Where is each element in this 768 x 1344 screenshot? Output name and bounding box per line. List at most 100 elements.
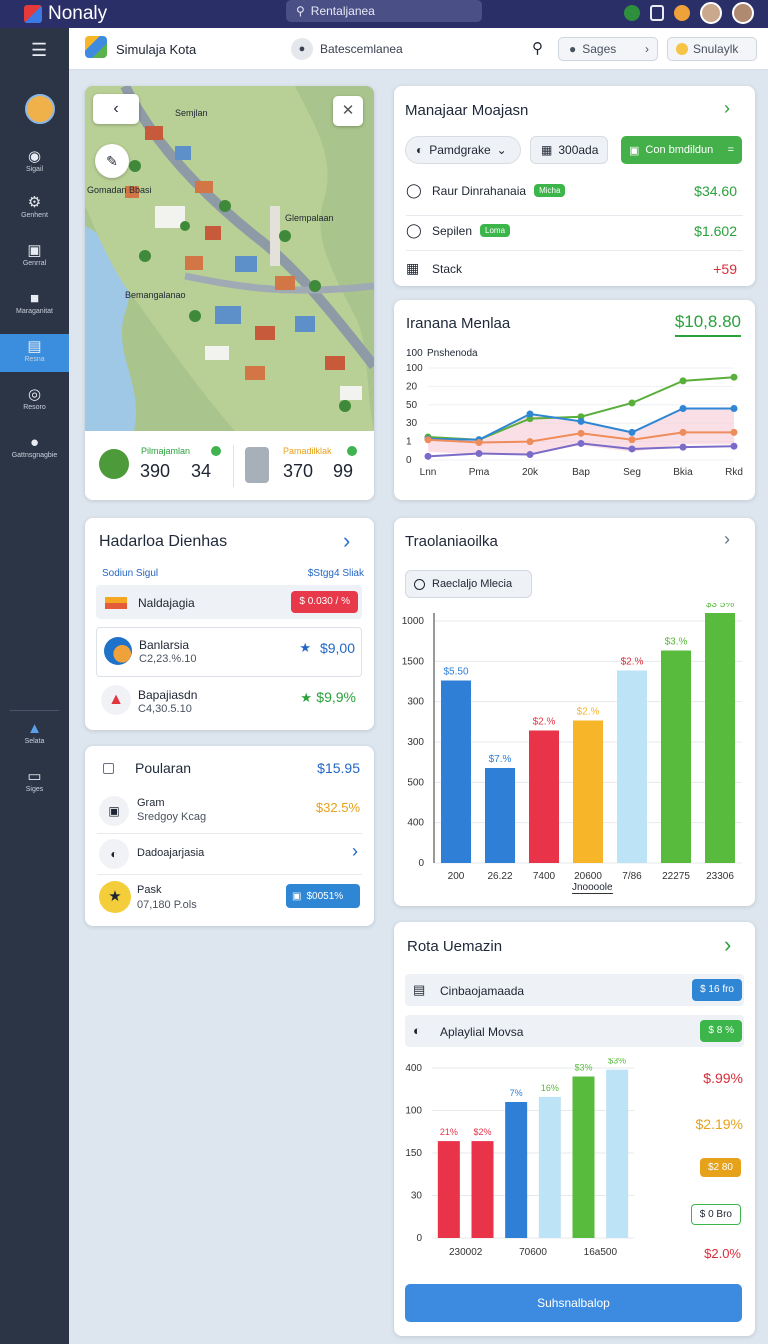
- manage-row[interactable]: ▦ Stack +59: [406, 260, 743, 277]
- bar: [617, 670, 647, 863]
- map-close-button[interactable]: ✕: [333, 96, 363, 126]
- chevron-right-icon[interactable]: ›: [724, 98, 730, 119]
- city-map[interactable]: Semjlan Gomadan Bbasi Glempalaan Bemanga…: [85, 86, 374, 431]
- line-chart[interactable]: 10020503010Lnn Pma 20k Bap Seg Bkia Rkd: [394, 360, 755, 500]
- list-item[interactable]: ▤ Cinbaojamaada $ 16 fro: [405, 974, 744, 1006]
- top-search-input[interactable]: ⚲ Rentaljanea: [286, 0, 482, 22]
- list-item[interactable]: Banlarsia C2,23.%.10 ★ $9,00: [96, 627, 362, 677]
- avatar-secondary[interactable]: [732, 2, 754, 24]
- submit-button[interactable]: Suhsnalbalop: [405, 1284, 742, 1322]
- data-point: [628, 436, 636, 444]
- header-tab[interactable]: ● Batescemlanea: [291, 38, 403, 60]
- notification-icon[interactable]: [674, 5, 690, 21]
- x-tick-label: 7400: [533, 871, 556, 882]
- sidebar-item-resna[interactable]: ▤ Resna: [0, 334, 69, 372]
- list-item[interactable]: ▣ Gram Sredgoy Kcag $32.5%: [97, 794, 362, 830]
- data-point: [730, 373, 738, 381]
- stat-divider: [233, 445, 234, 487]
- data-point: [526, 438, 534, 446]
- list-item[interactable]: ◐ Dadoajarjasia ›: [97, 837, 362, 871]
- manage-dropdown[interactable]: ◐ Pamdgrake ⌄: [405, 136, 521, 164]
- chevron-right-icon: ›: [645, 42, 649, 56]
- list-item[interactable]: Naldajagia $ 0.030 / %: [96, 585, 362, 619]
- sidebar-item-resoro[interactable]: ◎ Resoro: [0, 386, 69, 418]
- x-tick-label: Seg: [623, 467, 641, 478]
- bar: [437, 1141, 460, 1238]
- avatar[interactable]: [700, 2, 722, 24]
- sidebar-item-genhent[interactable]: ⚙ Genhent: [0, 194, 69, 226]
- top-search-text: Rentaljanea: [310, 4, 375, 18]
- data-point: [475, 439, 483, 447]
- value-button[interactable]: ▣ $0051%: [286, 884, 360, 908]
- chevron-right-icon[interactable]: ›: [343, 528, 350, 554]
- sidebar-item-selata[interactable]: ▲ Selata: [0, 720, 69, 752]
- checkbox-icon[interactable]: [103, 763, 114, 774]
- manage-filter[interactable]: ▦ 300ada: [530, 136, 608, 164]
- manage-title: Manajaar Moajasn: [405, 102, 529, 119]
- bar-chart[interactable]: 1000 1500 300 300 500 400 0 $5.50 200 $7.% 26.22 $2…: [394, 603, 755, 888]
- data-point: [526, 450, 534, 458]
- list-item[interactable]: ★ Pask 07,180 P.ols ▣ $0051%: [97, 880, 362, 916]
- sidebar-avatar[interactable]: [25, 94, 55, 124]
- bar-chart-dropdown[interactable]: Raeclaljo Mlecia: [405, 570, 532, 598]
- app-brand[interactable]: Nonaly: [24, 3, 107, 25]
- manage-row[interactable]: ◯ Raur Dinrahanaia Micha $34.60: [406, 182, 743, 199]
- y-tick-label: 20: [406, 381, 418, 392]
- user-icon: ●: [291, 38, 313, 60]
- list-item[interactable]: ◐ Aplaylial Movsa $ 8 %: [405, 1015, 744, 1047]
- y-tick-label: 0: [406, 455, 412, 466]
- manage-action-label: Con bmdildun: [645, 144, 714, 156]
- bar: [538, 1096, 561, 1238]
- chevron-right-icon[interactable]: ›: [724, 529, 730, 550]
- sidebar-item-genrral[interactable]: ▣ Genrral: [0, 242, 69, 274]
- sidebar-item-maraganitat[interactable]: ■ Maraganitat: [0, 290, 69, 322]
- bar-chart-2-card: Rota Uemazin › ▤ Cinbaojamaada $ 16 fro …: [394, 922, 755, 1336]
- chevron-down-icon: ⌄: [496, 143, 507, 157]
- sidebar-item-siges[interactable]: ▭ Siges: [0, 768, 69, 800]
- list-item-name: Gram: [137, 797, 165, 809]
- bar-data-label: 7%: [510, 1088, 523, 1098]
- value-button-label: $0051%: [306, 890, 344, 902]
- hadarloa-card: Hadarloa Dienhas › Sodiun Sigul $Stgg4 S…: [85, 518, 374, 730]
- bar-data-label: $2.%: [577, 707, 600, 718]
- line-chart-title: Iranana Menlaa: [406, 315, 511, 332]
- header-search-icon[interactable]: ⚲: [532, 39, 543, 57]
- sidebar-divider: [10, 710, 59, 711]
- map-tool-button[interactable]: ✎: [95, 144, 129, 178]
- side-value: $2 80: [699, 1158, 741, 1177]
- side-value: $2.19%: [695, 1116, 743, 1132]
- y-tick-label: 300: [407, 737, 424, 748]
- poularan-title: Poularan: [135, 760, 192, 776]
- manage-row[interactable]: ◯ Sepilen Loma $1.602: [406, 222, 743, 239]
- add-icon: ▣: [629, 144, 640, 157]
- sages-label: Sages: [582, 42, 617, 56]
- sidebar-item-gattnsgnagbie[interactable]: ● Gattnsgnagbie: [0, 434, 69, 466]
- dial-icon: ◐: [413, 1023, 421, 1038]
- x-tick-label: 70600: [519, 1247, 547, 1258]
- sidebar-item-label: Selata: [24, 738, 45, 745]
- data-point: [628, 399, 636, 407]
- list-item-name: Bapajiasdn: [138, 688, 198, 702]
- list-item-value: $9,00: [319, 640, 355, 656]
- search-icon: ⚲: [296, 4, 305, 18]
- manage-action-button[interactable]: ▣ Con bmdildun =: [621, 136, 742, 164]
- radio-icon: [414, 578, 425, 590]
- list-item-name: Cinbaojamaada: [440, 984, 525, 998]
- stat1-value-b: 34: [191, 461, 212, 481]
- menu-icon[interactable]: ☰: [31, 40, 47, 61]
- status-icon[interactable]: [624, 5, 640, 21]
- chevron-right-icon[interactable]: ›: [724, 932, 731, 958]
- sidebar-item-label: Sigail: [25, 166, 44, 173]
- sages-button[interactable]: ● Sages ›: [558, 37, 658, 61]
- map-back-button[interactable]: ‹: [93, 94, 139, 124]
- bar-data-label: 16%: [541, 1083, 559, 1093]
- page-title: Simulaja Kota: [116, 42, 197, 57]
- simulate-button[interactable]: Snulaylk: [667, 37, 757, 61]
- sidebar-item-sigail[interactable]: ◉ Sigail: [0, 148, 69, 180]
- list-item[interactable]: ▲ Bapajiasdn C4,30.5.10 ★ $9,9%: [96, 680, 362, 722]
- manage-row-value: $34.60: [694, 182, 737, 199]
- lock-icon: ●: [569, 42, 577, 56]
- document-icon[interactable]: [650, 5, 664, 21]
- row-divider: [406, 215, 743, 216]
- bar-chart-2[interactable]: 400 100 150 30 0 21% 230002 $2% 7% 70600 16% $3% 16a…: [394, 1058, 644, 1258]
